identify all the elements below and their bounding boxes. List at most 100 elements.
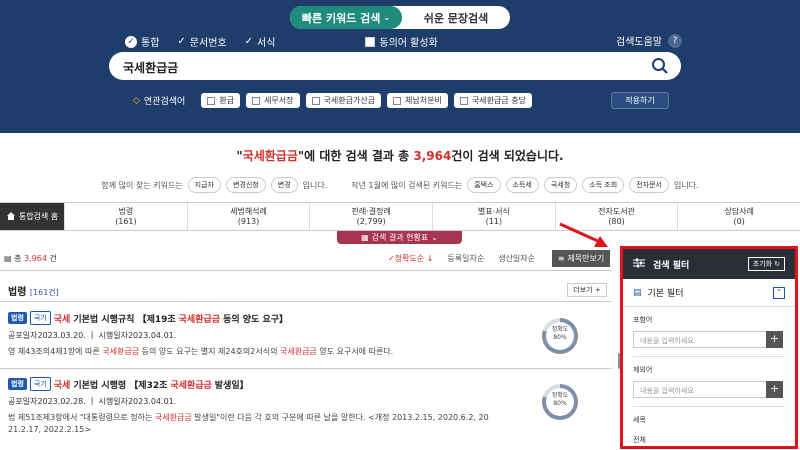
basic-filter-header[interactable]: ▤ 기본 필터 ⌃ — [623, 279, 795, 307]
exclude-label: 제외어 — [633, 366, 653, 374]
option-synonym[interactable]: 동의어 활성화 — [365, 34, 438, 49]
more-button[interactable]: 더보기 + — [567, 283, 607, 297]
include-input[interactable]: 내용을 입력하세요 + — [633, 331, 783, 348]
sort-accuracy[interactable]: ✓정확도순 ↓ — [388, 253, 433, 264]
grid-icon: ▦ — [361, 233, 369, 242]
tab-tax-interpretations[interactable]: 세법해석례 (913) — [186, 203, 310, 230]
check-icon: ✓ — [177, 36, 186, 47]
type-badge: 법령 — [8, 312, 27, 324]
result-snippet: 법 제51조제3항에서 "대통령령으로 정하는 국세환급금 발생일"이란 다음 … — [8, 413, 489, 434]
result-dates: 공포일자2023.03.20. | 시행일자2023.04.01. — [8, 330, 177, 340]
total-count: ▤ 총 3,964 건 — [4, 254, 57, 263]
add-include-button[interactable]: + — [766, 331, 783, 348]
document-icon: ▤ — [4, 254, 15, 263]
pointer-arrow-icon — [559, 222, 608, 247]
tab-laws[interactable]: 법령 (161) — [64, 203, 187, 230]
checkbox-icon — [393, 96, 402, 105]
list-item: 법령 국기 국세 기본법 시행규칙 【제19조 국세환급금 등의 양도 요구】 공… — [8, 311, 538, 358]
popular-keywords: 함께 많이 찾는 키워드는 지급자 변경신청 변경 입니다. 작년 1월에 많이… — [0, 177, 800, 193]
chevron-up-icon[interactable]: ⌃ — [773, 287, 785, 299]
list-item: 법령 국기 국세 기본법 시행령 【제32조 국세환급금 발생일】 공포일자202… — [8, 377, 538, 436]
option-form[interactable]: ✓ 서식 — [245, 34, 276, 49]
result-title[interactable]: 법령 국기 국세 기본법 시행규칙 【제19조 국세환급금 등의 양도 요구】 — [8, 311, 538, 325]
divider — [633, 406, 785, 407]
sort-registered[interactable]: 등록일자순 — [447, 253, 484, 264]
sliders-icon — [633, 258, 645, 271]
checkbox-icon — [311, 96, 320, 105]
org-badge: 국기 — [29, 311, 51, 325]
divider — [0, 368, 612, 369]
search-header: 빠른 키워드 검색 ⌄ 쉬운 문장검색 ✓ 통합 ✓ 문서번호 ✓ 서식 동의어 활성화… — [0, 0, 800, 133]
apply-button[interactable]: 적용하기 — [611, 92, 669, 109]
divider — [0, 270, 612, 271]
related-chip[interactable]: 국세환급금 충당 — [453, 93, 532, 108]
section-title: 법령 [161건] — [8, 287, 59, 298]
tab-home[interactable]: 통합검색 홈 — [0, 203, 64, 230]
tab-consultations[interactable]: 상담사례 (0) — [677, 203, 800, 230]
result-title[interactable]: 법령 국기 국세 기본법 시행령 【제32조 국세환급금 발생일】 — [8, 377, 538, 391]
accuracy-label: 정확도 80% — [551, 326, 569, 341]
results-toolbar: ▤ 총 3,964 건 ✓정확도순 ↓ 등록일자순 생산일자순 ≡ 제목만보기 — [0, 250, 612, 270]
meta-separator: | — [90, 330, 94, 339]
question-icon: ? — [668, 33, 682, 48]
search-input-value: 국세환급금 — [123, 61, 179, 75]
filter-header: 검색 필터 초기화 ↻ — [623, 249, 795, 279]
option-integrated[interactable]: ✓ 통합 — [125, 34, 159, 49]
checkbox-icon — [365, 36, 376, 47]
status-table-button[interactable]: ▦ 검색 결과 현황표 ⌄ — [337, 231, 462, 244]
related-chip[interactable]: 세무서장 — [246, 93, 300, 108]
keyword-pill[interactable]: 소득세 — [505, 177, 539, 193]
title-only-button[interactable]: ≡ 제목만보기 — [552, 250, 610, 267]
tab-quick-keyword-search[interactable]: 빠른 키워드 검색 ⌄ — [290, 6, 402, 29]
search-filter-panel: 검색 필터 초기화 ↻ ▤ 기본 필터 ⌃ 포함어 내용을 입력하세요 + 제외어 … — [620, 246, 798, 449]
keyword-pill[interactable]: 전자문서 — [629, 177, 669, 193]
diamond-icon: ◇ — [133, 95, 140, 106]
checkbox-icon — [252, 96, 261, 105]
list-icon: ≡ — [557, 254, 565, 263]
keyword-pill[interactable]: 국세청 — [543, 177, 578, 193]
category-tabs: 통합검색 홈 법령 (161) 세법해석례 (913) 판례·결정례 (2,799) … — [0, 202, 800, 231]
reset-button[interactable]: 초기화 ↻ — [747, 257, 785, 271]
type-badge: 법령 — [8, 378, 27, 390]
sort-produced[interactable]: 생산일자순 — [498, 253, 535, 264]
home-icon — [6, 211, 16, 223]
keyword-pill[interactable]: 소득 조회 — [582, 177, 625, 193]
include-label: 포함어 — [633, 316, 653, 324]
chevron-down-icon: ⌄ — [383, 13, 391, 22]
related-chip[interactable]: 체납처분비 — [387, 93, 448, 108]
accuracy-label: 정확도 80% — [551, 392, 569, 407]
tax-category-label: 세목 — [633, 416, 646, 424]
divider — [633, 356, 785, 357]
checkbox-icon — [207, 96, 216, 105]
search-help-link[interactable]: 검색도움말? — [616, 33, 682, 48]
tax-category-value[interactable]: 전체 — [623, 435, 795, 445]
divider — [0, 301, 612, 302]
search-mode-toggle: 빠른 키워드 검색 ⌄ 쉬운 문장검색 — [290, 6, 510, 29]
tab-precedents[interactable]: 판례·결정례 (2,799) — [309, 203, 432, 230]
checkbox-icon — [459, 96, 468, 105]
result-summary: "국세환급금"에 대한 검색 결과 총 3,964건이 검색 되었습니다. — [236, 149, 564, 163]
add-exclude-button[interactable]: + — [766, 381, 783, 398]
check-icon: ✓ — [244, 36, 253, 47]
search-input[interactable]: 국세환급금 — [109, 52, 681, 80]
result-snippet: 영 제43조의4제1항에 따른 국세환급금 등의 양도 요구는 별지 제24호의… — [8, 347, 394, 356]
related-chip[interactable]: 환급 — [201, 93, 241, 108]
keyword-pill[interactable]: 변경신청 — [225, 177, 266, 193]
search-icon[interactable] — [651, 57, 669, 79]
keyword-pill[interactable]: 지급자 — [187, 177, 221, 193]
result-dates: 공포일자2023.02.28. | 시행일자2023.04.01. — [8, 396, 177, 406]
option-doc-no[interactable]: ✓ 문서번호 — [177, 34, 226, 49]
org-badge: 국기 — [29, 377, 51, 391]
exclude-input[interactable]: 내용을 입력하세요 + — [633, 381, 783, 398]
keyword-pill[interactable]: 변경 — [270, 177, 298, 193]
meta-separator: | — [90, 396, 94, 405]
tab-easy-sentence-search[interactable]: 쉬운 문장검색 — [402, 6, 510, 29]
chevron-down-icon: ⌄ — [431, 233, 438, 242]
refresh-icon: ↻ — [774, 260, 780, 268]
keyword-pill[interactable]: 홈택스 — [467, 177, 501, 193]
sort-options: ✓정확도순 ↓ 등록일자순 생산일자순 — [388, 253, 535, 264]
related-chip[interactable]: 국세환급가산금 — [305, 93, 382, 108]
search-options: ✓ 통합 ✓ 문서번호 ✓ 서식 동의어 활성화 — [125, 34, 438, 49]
related-label: ◇ 연관검색어 — [133, 95, 186, 108]
tab-forms[interactable]: 별표·서식 (11) — [432, 203, 555, 230]
